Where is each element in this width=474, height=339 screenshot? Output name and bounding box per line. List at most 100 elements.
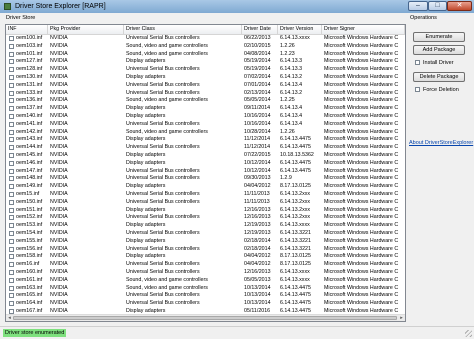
row-checkbox[interactable] [9, 36, 14, 41]
table-row[interactable]: oem137.inf NVIDIA Display adapters 09/11/20… [6, 105, 405, 113]
table-row[interactable]: oem133.inf NVIDIA Universal Serial Bus con… [6, 90, 405, 98]
table-row[interactable]: oem143.inf NVIDIA Display adapters 11/12/20… [6, 136, 405, 144]
row-checkbox[interactable] [9, 90, 14, 96]
column-header-inf[interactable]: INF [6, 25, 48, 34]
table-row[interactable]: oem147.inf NVIDIA Universal Serial Bus con… [6, 168, 405, 176]
maximize-button[interactable]: □ [428, 1, 447, 11]
scroll-left-icon[interactable]: ◂ [6, 315, 13, 321]
row-checkbox[interactable] [9, 192, 14, 197]
table-cell: Display adapters [126, 222, 166, 229]
table-row[interactable]: oem144.inf NVIDIA Universal Serial Bus con… [6, 144, 405, 152]
row-checkbox[interactable] [9, 51, 14, 57]
table-row[interactable]: oem165.inf NVIDIA Universal Serial Bus con… [6, 292, 405, 300]
table-row[interactable]: oem154.inf NVIDIA Universal Serial Bus con… [6, 230, 405, 238]
table-cell: oem152.inf [16, 214, 43, 221]
install-driver-checkbox-box[interactable] [415, 60, 420, 65]
table-row[interactable]: oem145.inf NVIDIA Display adapters 07/22/20… [6, 152, 405, 160]
enumerate-button[interactable]: Enumerate [413, 32, 465, 42]
driver-list[interactable]: INF Pkg Provider Driver Class Driver Dat… [5, 24, 406, 322]
row-checkbox[interactable] [9, 129, 14, 135]
table-row[interactable]: oem152.inf NVIDIA Universal Serial Bus con… [6, 214, 405, 222]
table-row[interactable]: oem103.inf NVIDIA Sound, video and game co… [6, 43, 405, 51]
row-checkbox[interactable] [9, 231, 14, 236]
row-checkbox[interactable] [9, 168, 14, 174]
table-row[interactable]: oem140.inf NVIDIA Display adapters 10/16/20… [6, 113, 405, 121]
row-checkbox[interactable] [9, 301, 14, 307]
row-checkbox[interactable] [9, 270, 14, 275]
table-row[interactable]: oem127.inf NVIDIA Display adapters 05/19/20… [6, 58, 405, 66]
row-checkbox[interactable] [9, 293, 14, 299]
row-checkbox[interactable] [9, 184, 14, 190]
row-checkbox[interactable] [9, 207, 14, 213]
minimize-button[interactable]: – [408, 1, 428, 11]
table-row[interactable]: oem153.inf NVIDIA Display adapters 12/19/20… [6, 222, 405, 230]
column-header-pkg-provider[interactable]: Pkg Provider [48, 25, 124, 34]
table-cell: oem136.inf [16, 97, 43, 104]
row-checkbox[interactable] [9, 254, 14, 260]
row-checkbox[interactable] [9, 75, 14, 80]
row-checkbox[interactable] [9, 160, 14, 166]
scroll-right-icon[interactable]: ▸ [398, 315, 405, 321]
resize-grip-icon[interactable] [465, 330, 472, 337]
table-row[interactable]: oem155.inf NVIDIA Display adapters 02/18/20… [6, 238, 405, 246]
table-cell: Microsoft Windows Hardware C [324, 144, 399, 151]
table-row[interactable]: oem100.inf NVIDIA Universal Serial Bus con… [6, 35, 405, 43]
table-row[interactable]: oem158.inf NVIDIA Display adapters 04/04/20… [6, 253, 405, 261]
row-checkbox[interactable] [9, 223, 14, 229]
about-link[interactable]: About DriverStoreExplorer [409, 140, 473, 146]
row-checkbox[interactable] [9, 114, 14, 119]
row-checkbox[interactable] [9, 43, 14, 49]
horizontal-scrollbar[interactable]: ◂ ▸ [6, 314, 405, 321]
table-row[interactable]: oem142.inf NVIDIA Sound, video and game co… [6, 129, 405, 137]
row-checkbox[interactable] [9, 246, 14, 252]
title-bar[interactable]: Driver Store Explorer [RAPR] – □ ✕ [0, 0, 474, 13]
table-row[interactable]: oem156.inf NVIDIA Universal Serial Bus con… [6, 246, 405, 254]
table-cell: Microsoft Windows Hardware C [324, 105, 399, 112]
add-package-button[interactable]: Add Package [413, 45, 465, 55]
force-deletion-checkbox-box[interactable] [415, 87, 420, 92]
row-checkbox[interactable] [9, 277, 14, 283]
table-row[interactable]: oem164.inf NVIDIA Universal Serial Bus con… [6, 300, 405, 308]
row-checkbox[interactable] [9, 145, 14, 151]
table-row[interactable]: oem15.inf NVIDIA Universal Serial Bus cont… [6, 191, 405, 199]
table-row[interactable]: oem141.inf NVIDIA Universal Serial Bus con… [6, 121, 405, 129]
row-checkbox[interactable] [9, 98, 14, 104]
table-row[interactable]: oem131.inf NVIDIA Universal Serial Bus con… [6, 82, 405, 90]
row-checkbox[interactable] [9, 153, 14, 158]
column-header-driver-signer[interactable]: Driver Signer [322, 25, 405, 34]
table-row[interactable]: oem151.inf NVIDIA Display adapters 12/16/20… [6, 207, 405, 215]
table-cell: oem145.inf [16, 152, 43, 158]
row-checkbox[interactable] [9, 176, 14, 182]
row-checkbox[interactable] [9, 82, 14, 88]
close-button[interactable]: ✕ [447, 1, 472, 11]
delete-package-button[interactable]: Delete Package [413, 72, 465, 82]
row-checkbox[interactable] [9, 215, 14, 221]
row-checkbox[interactable] [9, 106, 14, 112]
table-row[interactable]: oem150.inf NVIDIA Universal Serial Bus con… [6, 199, 405, 207]
table-row[interactable]: oem161.inf NVIDIA Sound, video and game co… [6, 277, 405, 285]
table-row[interactable]: oem149.inf NVIDIA Display adapters 04/04/20… [6, 183, 405, 191]
row-checkbox[interactable] [9, 137, 14, 143]
table-row[interactable]: oem128.inf NVIDIA Universal Serial Bus con… [6, 66, 405, 74]
row-checkbox[interactable] [9, 238, 14, 244]
table-row[interactable]: oem163.inf NVIDIA Sound, video and game co… [6, 285, 405, 293]
row-checkbox[interactable] [9, 285, 14, 291]
table-row[interactable]: oem16.inf NVIDIA Universal Serial Bus cont… [6, 261, 405, 269]
scrollbar-thumb[interactable] [13, 316, 397, 320]
column-header-driver-class[interactable]: Driver Class [124, 25, 242, 34]
row-checkbox[interactable] [9, 67, 14, 73]
row-checkbox[interactable] [9, 59, 14, 65]
row-checkbox[interactable] [9, 262, 14, 268]
row-checkbox[interactable] [9, 199, 14, 205]
table-cell: oem133.inf [16, 89, 43, 96]
table-row[interactable]: oem160.inf NVIDIA Universal Serial Bus con… [6, 269, 405, 277]
column-header-driver-version[interactable]: Driver Version [278, 25, 322, 34]
column-header-driver-date[interactable]: Driver Date [242, 25, 278, 34]
row-checkbox[interactable] [9, 121, 14, 127]
table-row[interactable]: oem130.inf NVIDIA Display adapters 07/02/20… [6, 74, 405, 82]
table-row[interactable]: oem146.inf NVIDIA Display adapters 10/12/20… [6, 160, 405, 168]
table-row[interactable]: oem101.inf NVIDIA Sound, video and game co… [6, 51, 405, 59]
table-row[interactable]: oem136.inf NVIDIA Sound, video and game co… [6, 97, 405, 105]
table-row[interactable]: oem148.inf NVIDIA Universal Serial Bus con… [6, 175, 405, 183]
table-cell: oem158.inf [16, 253, 43, 260]
